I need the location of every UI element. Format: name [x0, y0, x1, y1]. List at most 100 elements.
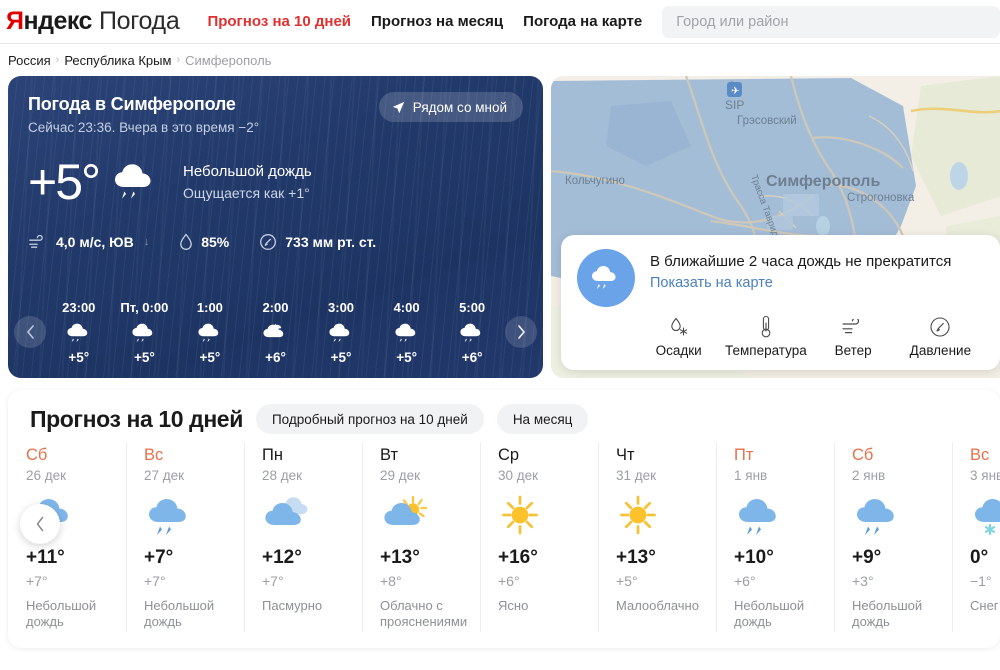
- weather-map-card[interactable]: 2 ✈ SIP Грэсовский Трасса Таврида Кольчу…: [551, 76, 1000, 378]
- day-card[interactable]: Вс 27 дек +7° +7° Небольшой дождь: [126, 442, 244, 632]
- thermometer-icon: [761, 315, 771, 338]
- ten-day-forecast-section: Прогноз на 10 дней Подробный прогноз на …: [8, 390, 1000, 648]
- breadcrumb-item-russia[interactable]: Россия: [8, 53, 51, 68]
- day-temp-high: +9°: [852, 547, 882, 568]
- day-card[interactable]: Пн 28 дек +12° +7° Пасмурно: [244, 442, 362, 632]
- day-weekday: Вс: [144, 446, 164, 464]
- chevron-left-icon: [36, 516, 44, 532]
- yandex-pogoda-logo[interactable]: Яндекс Погода: [6, 7, 180, 36]
- hourly-cell[interactable]: 5:00 +6°: [447, 300, 497, 365]
- rain-cloud-icon: [739, 499, 776, 535]
- tab-precipitation[interactable]: Осадки: [635, 313, 722, 358]
- wind-icon: [29, 235, 43, 248]
- hourly-icon-wrap: [130, 322, 158, 344]
- tab-wind[interactable]: Ветер: [810, 313, 897, 358]
- day-temp-high: +13°: [380, 547, 420, 568]
- app-header: Яндекс Погода Прогноз на 10 дней Прогноз…: [0, 0, 1000, 44]
- chevron-right-icon: [517, 325, 525, 339]
- hourly-cell[interactable]: 2:00 +6°: [250, 300, 300, 365]
- day-temp-low: +6°: [498, 573, 520, 589]
- wind-direction-arrow-icon: ↓: [143, 236, 150, 248]
- map-label-sip: SIP: [725, 98, 744, 112]
- hourly-icon-wrap: [65, 322, 93, 344]
- hourly-prev-button[interactable]: [14, 316, 46, 348]
- day-icon-wrap: [734, 491, 834, 543]
- search-box[interactable]: [662, 5, 1000, 38]
- day-card[interactable]: Ср 30 дек +16° +6° Ясно: [480, 442, 598, 632]
- wind-value: 4,0 м/с, ЮВ: [56, 234, 134, 250]
- hourly-icon-wrap: [393, 322, 421, 344]
- map-label-kolchugino: Кольчугино: [565, 175, 625, 187]
- day-condition: Снег: [970, 598, 999, 613]
- main-nav: Прогноз на 10 дней Прогноз на месяц Пого…: [207, 13, 642, 30]
- hourly-next-button[interactable]: [505, 316, 537, 348]
- hourly-cell[interactable]: 23:00 +5°: [54, 300, 104, 365]
- day-card[interactable]: Вт 29 дек +13° +8° Облачно с прояснениям…: [362, 442, 480, 632]
- days-prev-button[interactable]: [20, 504, 60, 544]
- tab-precipitation-label: Осадки: [655, 343, 702, 358]
- temperature-row: +5° Небольшой дождь Ощущается как +1°: [28, 157, 523, 207]
- rain-cloud-icon: [329, 323, 350, 342]
- day-condition: Небольшой дождь: [144, 598, 215, 630]
- hourly-time: 5:00: [459, 299, 486, 315]
- nearby-button[interactable]: Рядом со мной: [378, 92, 523, 122]
- overcast-icon: [265, 497, 308, 525]
- map-label-simferopol: Симферополь: [766, 173, 880, 190]
- day-condition: Ясно: [498, 598, 529, 613]
- rain-cloud-icon: [149, 499, 186, 535]
- breadcrumb-item-simferopol: Симферополь: [185, 52, 272, 68]
- day-condition: Небольшой дождь: [852, 598, 923, 630]
- breadcrumb: Россия › Республика Крым › Симферополь: [0, 44, 1000, 76]
- day-icon-wrap: [616, 491, 716, 543]
- tab-temperature[interactable]: Температура: [722, 313, 809, 358]
- day-weekday: Ср: [498, 446, 520, 464]
- day-date: 27 дек: [144, 468, 185, 483]
- metrics-row: 4,0 м/с, ЮВ ↓ 85% 733 мм рт. ст.: [28, 233, 523, 251]
- hourly-cell[interactable]: 4:00 +5°: [382, 300, 432, 365]
- day-card[interactable]: Вс 3 янв 0° −1° Снег: [952, 442, 1000, 632]
- day-condition: Облачно с прояснениями: [380, 598, 468, 630]
- day-weekday: Пт: [734, 446, 754, 464]
- logo-yandex-text: Яндекс: [6, 7, 92, 36]
- breadcrumb-item-crimea[interactable]: Республика Крым: [64, 53, 171, 68]
- day-weekday: Сб: [26, 446, 48, 464]
- hourly-cell[interactable]: 3:00 +5°: [316, 300, 366, 365]
- hourly-icon-wrap: [196, 322, 224, 344]
- day-card[interactable]: Пт 1 янв +10° +6° Небольшой дождь: [716, 442, 834, 632]
- day-date: 30 дек: [498, 468, 539, 483]
- nav-item-10-days[interactable]: Прогноз на 10 дней: [207, 13, 351, 30]
- chip-detailed-10-days[interactable]: Подробный прогноз на 10 дней: [255, 404, 484, 434]
- nowcast-panel: В ближайшие 2 часа дождь не прекратится …: [561, 235, 1000, 370]
- day-card[interactable]: Чт 31 дек +13° +5° Малооблачно: [598, 442, 716, 632]
- nowcast-text: В ближайшие 2 часа дождь не прекратится …: [650, 249, 951, 291]
- day-card[interactable]: Сб 2 янв +9° +3° Небольшой дождь: [834, 442, 952, 632]
- nav-item-month[interactable]: Прогноз на месяц: [371, 13, 503, 30]
- gauge-icon-wrap: [929, 313, 951, 341]
- tab-temperature-label: Температура: [724, 343, 807, 358]
- day-temp-high: +11°: [26, 547, 65, 568]
- search-input[interactable]: [676, 13, 986, 30]
- hourly-cell[interactable]: 1:00 +5°: [185, 300, 235, 365]
- chip-month[interactable]: На месяц: [496, 404, 589, 434]
- day-temp-high: +12°: [262, 547, 302, 568]
- hourly-time: 4:00: [393, 299, 420, 315]
- hourly-time: 2:00: [262, 299, 289, 315]
- nav-item-map[interactable]: Погода на карте: [523, 13, 642, 30]
- hourly-icon-wrap: [327, 322, 355, 344]
- pressure-value: 733 мм рт. ст.: [285, 234, 377, 250]
- hourly-temp: +6°: [265, 349, 286, 365]
- hourly-time: 23:00: [62, 299, 96, 315]
- precipitation-icon-wrap: [668, 313, 690, 341]
- nowcast-show-on-map-link[interactable]: Показать на карте: [650, 275, 951, 291]
- day-weekday: Пн: [262, 446, 283, 464]
- forecast-header: Прогноз на 10 дней Подробный прогноз на …: [8, 404, 1000, 434]
- day-temp-low: +5°: [616, 573, 638, 589]
- chevron-left-icon: [26, 325, 34, 339]
- tab-pressure[interactable]: Давление: [897, 313, 984, 358]
- hourly-list: 23:00 +5° Пт, 0:00 +5° 1:00 +5° 2:00 +6°…: [46, 300, 505, 365]
- nowcast-layer-tabs: Осадки Температура Ветер Давление: [577, 313, 984, 358]
- logo-ndeks-letters: ндекс: [23, 7, 92, 35]
- hourly-cell[interactable]: Пт, 0:00 +5°: [119, 300, 169, 365]
- current-condition-icon-wrap: [111, 161, 161, 206]
- day-date: 29 дек: [380, 468, 421, 483]
